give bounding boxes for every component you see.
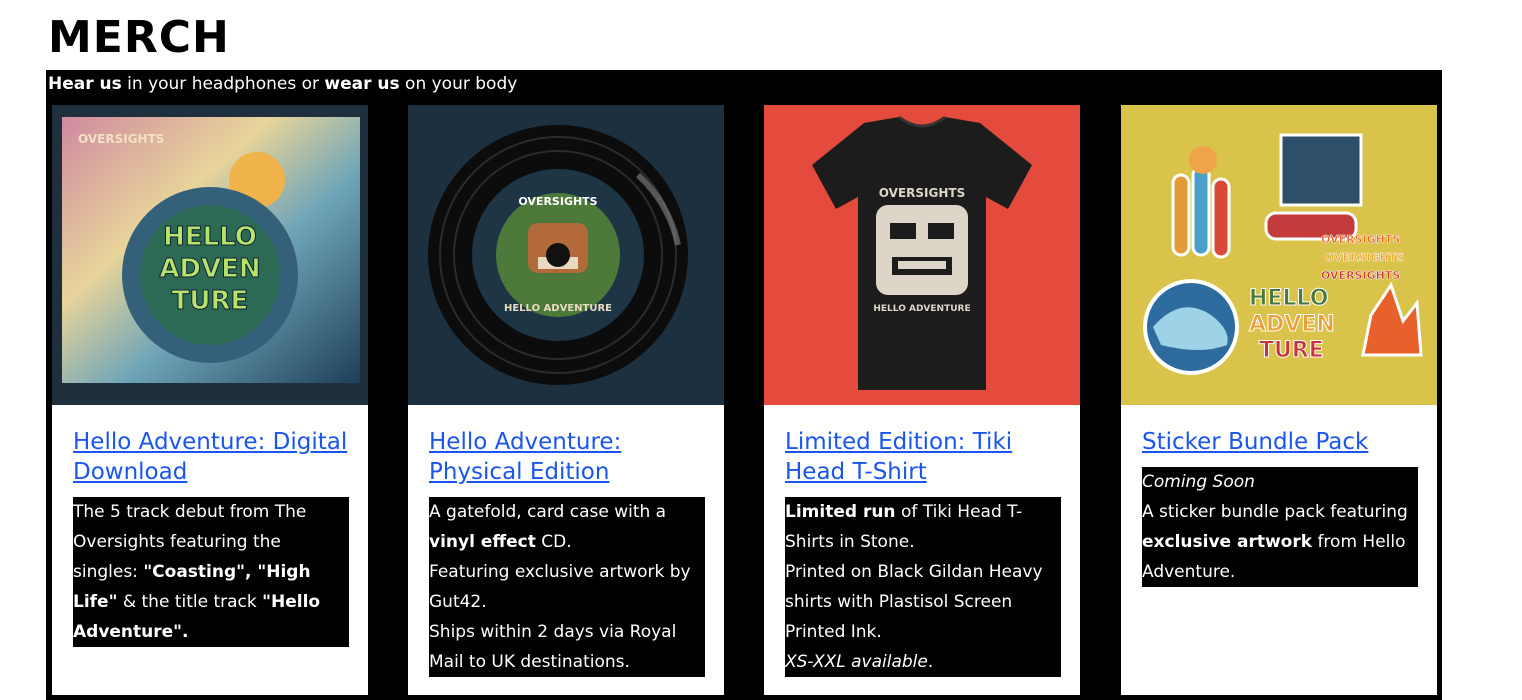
desc-text: A sticker bundle pack featuring [1142,502,1408,522]
sticker-album-text-1: HELLO [1249,286,1328,311]
tagline: Hear us in your headphones or wear us on… [48,73,517,95]
tshirt-album-text: HELLO ADVENTURE [873,304,970,314]
tshirt-band-text: OVERSIGHTS [879,186,965,200]
desc-line: Printed on Black Gildan Heavy shirts wit… [785,562,1043,642]
desc-text: A gatefold, card case with a [429,502,667,522]
product-link-stickers[interactable]: Sticker Bundle Pack [1142,427,1422,457]
product-link-digital[interactable]: Hello Adventure: Digital Download [73,427,353,487]
tagline-strong-1: Hear us [48,74,122,94]
product-link-tshirt[interactable]: Limited Edition: Tiki Head T-Shirt [785,427,1065,487]
sticker-band-text-2: OVERSIGHTS [1325,251,1404,264]
album-text-2: ADVEN [159,254,260,284]
sticker-album-text-3: TURE [1259,338,1324,363]
product-desc-tshirt: Limited run of Tiki Head T-Shirts in Sto… [785,497,1061,677]
tagline-strong-2: wear us [324,74,400,94]
product-desc-digital: The 5 track debut from The Oversights fe… [73,497,349,647]
page-title: MERCH [48,12,230,63]
product-desc-stickers: Coming Soon A sticker bundle pack featur… [1142,467,1418,587]
sticker-album-text-2: ADVEN [1249,312,1335,337]
product-card-digital: OVERSIGHTS HELLO ADVEN TURE Hello Advent… [47,100,373,700]
product-card-tshirt: OVERSIGHTS HELLO ADVENTURE Limited Editi… [759,100,1085,700]
product-desc-physical: A gatefold, card case with a vinyl effec… [429,497,705,677]
tagline-text-1: in your headphones or [121,74,325,94]
album-text-3: TURE [172,286,249,316]
vinyl-art: OVERSIGHTS HELLO ADVENTURE [408,105,724,405]
sticker-band-text-3: OVERSIGHTS [1321,269,1400,282]
desc-line: Ships within 2 days via Royal Mail to UK… [429,622,677,672]
product-link-physical[interactable]: Hello Adventure: Physical Edition [429,427,709,487]
tagline-text-2: on your body [399,74,518,94]
desc-line: Featuring exclusive artwork by Gut42. [429,562,691,612]
album-band-text: OVERSIGHTS [78,132,164,146]
tshirt-art: OVERSIGHTS HELLO ADVENTURE [764,105,1080,405]
sticker-band-text-1: OVERSIGHTS [1321,233,1400,246]
sticker-art: OVERSIGHTS OVERSIGHTS OVERSIGHTS HELLO A… [1121,105,1437,405]
album-text-1: HELLO [163,222,257,252]
desc-bold: exclusive artwork [1142,532,1313,552]
sticker-bundle-image[interactable]: OVERSIGHTS OVERSIGHTS OVERSIGHTS HELLO A… [1121,105,1437,405]
product-card-stickers: OVERSIGHTS OVERSIGHTS OVERSIGHTS HELLO A… [1116,100,1442,700]
desc-italic: Coming Soon [1142,472,1255,492]
tshirt-image[interactable]: OVERSIGHTS HELLO ADVENTURE [764,105,1080,405]
product-card-physical: OVERSIGHTS HELLO ADVENTURE Hello Adventu… [403,100,729,700]
desc-text: . [927,652,934,672]
desc-bold: vinyl effect [429,532,536,552]
desc-text: CD. [535,532,572,552]
vinyl-band-text: OVERSIGHTS [518,195,597,208]
album-cover-image[interactable]: OVERSIGHTS HELLO ADVEN TURE [52,105,368,405]
desc-text: & the title track [117,592,263,612]
vinyl-album-text: HELLO ADVENTURE [504,303,612,314]
desc-bold: Limited run [785,502,896,522]
album-cover-art: OVERSIGHTS HELLO ADVEN TURE [52,105,368,405]
vinyl-cd-image[interactable]: OVERSIGHTS HELLO ADVENTURE [408,105,724,405]
desc-italic: XS-XXL available [785,652,928,672]
